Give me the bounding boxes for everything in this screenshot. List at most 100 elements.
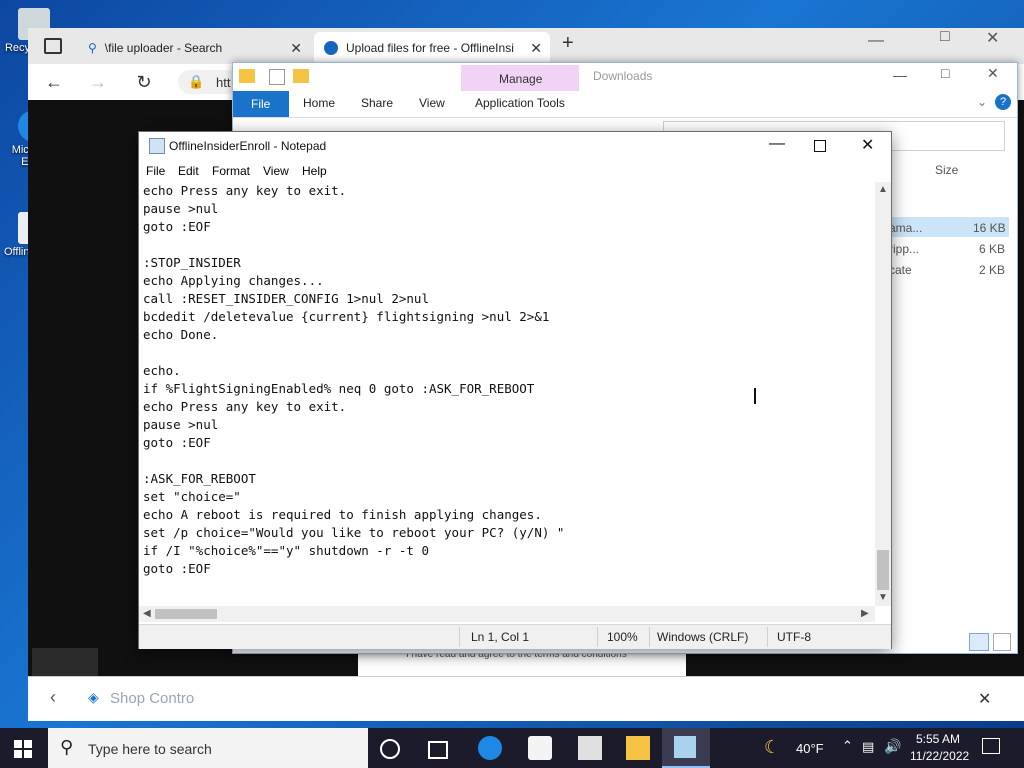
chevron-up-icon[interactable]: ⌃ xyxy=(842,738,853,754)
scrollbar-thumb[interactable] xyxy=(155,609,217,619)
text-line: echo. xyxy=(143,363,181,378)
text-line: echo Press any key to exit. xyxy=(143,183,347,198)
vertical-scrollbar[interactable]: ▲ ▼ xyxy=(875,182,891,606)
help-icon[interactable]: ? xyxy=(995,94,1011,110)
volume-icon[interactable]: 🔊 xyxy=(884,738,901,755)
notifications-icon[interactable] xyxy=(982,738,1000,754)
text-line: if %FlightSigningEnabled% neq 0 goto :AS… xyxy=(143,381,535,396)
shop-bar: ‹ ◈ Shop Contro ✕ xyxy=(28,676,1024,721)
search-placeholder: Type here to search xyxy=(88,741,212,757)
taskbar: ⚲ Type here to search ☾ 40°F ⌃ ▤ 🔊 5:55 … xyxy=(0,728,1024,768)
maximize-icon[interactable]: □ xyxy=(940,28,950,46)
minimize-icon[interactable]: — xyxy=(769,135,785,153)
scroll-left-icon[interactable]: ◀ xyxy=(143,608,151,619)
chevron-left-icon[interactable]: ‹ xyxy=(50,687,56,708)
page-widget xyxy=(32,648,98,676)
text-line: pause >nul xyxy=(143,201,219,216)
file-size: 2 KB xyxy=(979,263,1006,277)
close-tab-icon[interactable]: ✕ xyxy=(530,40,542,57)
context-tab-manage[interactable]: Manage xyxy=(461,65,579,93)
scroll-down-icon[interactable]: ▼ xyxy=(878,592,888,603)
minimize-icon[interactable]: — xyxy=(868,32,884,50)
menu-format[interactable]: Format xyxy=(212,164,250,178)
tab-strip: ⚲ \file uploader - Search ✕ Upload files… xyxy=(28,28,1024,64)
file-name[interactable]: cate xyxy=(889,263,912,277)
weather-icon[interactable]: ☾ xyxy=(764,737,780,758)
scroll-right-icon[interactable]: ▶ xyxy=(861,608,869,619)
tab-label: Upload files for free - OfflineInsi xyxy=(346,41,514,55)
ribbon-tab-view[interactable]: View xyxy=(419,96,445,110)
scrollbar-thumb[interactable] xyxy=(877,550,889,590)
large-icons-view-icon[interactable] xyxy=(993,633,1011,651)
ribbon-tab-home[interactable]: Home xyxy=(303,96,335,110)
store-icon[interactable] xyxy=(528,736,552,760)
text-line: goto :EOF xyxy=(143,219,211,234)
back-icon[interactable]: ← xyxy=(42,70,66,94)
minimize-icon[interactable]: — xyxy=(893,67,907,83)
address-bar[interactable]: 🔒 htt xyxy=(178,70,238,94)
text-line: set /p choice="Would you like to reboot … xyxy=(143,525,565,540)
close-icon[interactable]: ✕ xyxy=(861,135,874,155)
ribbon-tab-application-tools[interactable]: Application Tools xyxy=(475,96,565,110)
close-icon[interactable]: ✕ xyxy=(987,65,999,82)
mail-icon[interactable] xyxy=(578,736,602,760)
search-icon: ⚲ xyxy=(60,737,74,757)
notepad-window: OfflineInsiderEnroll - Notepad — ✕ File … xyxy=(138,131,892,649)
forward-icon[interactable]: → xyxy=(86,70,110,94)
chevron-down-icon[interactable]: ⌄ xyxy=(977,95,987,109)
clock-date[interactable]: 11/22/2022 xyxy=(910,749,969,763)
text-line: pause >nul xyxy=(143,417,219,432)
context-tab-label: Manage xyxy=(499,72,543,86)
ribbon-tab-share[interactable]: Share xyxy=(361,96,393,110)
text-line xyxy=(143,236,873,254)
refresh-icon[interactable]: ↻ xyxy=(132,70,156,94)
text-line: echo Done. xyxy=(143,327,219,342)
file-explorer-icon[interactable] xyxy=(626,736,650,760)
maximize-icon[interactable]: □ xyxy=(941,65,949,81)
details-view-icon[interactable] xyxy=(969,633,989,651)
cortana-icon[interactable] xyxy=(380,739,400,759)
column-header-size[interactable]: Size xyxy=(935,163,958,177)
new-tab-icon[interactable]: + xyxy=(562,32,574,55)
tab-actions-icon[interactable] xyxy=(44,38,62,54)
text-line: :ASK_FOR_REBOOT xyxy=(143,471,256,486)
clock-time[interactable]: 5:55 AM xyxy=(916,732,960,746)
menu-view[interactable]: View xyxy=(263,164,289,178)
menu-edit[interactable]: Edit xyxy=(178,164,199,178)
folder-icon xyxy=(239,69,255,83)
text-line xyxy=(143,344,873,362)
edge-icon[interactable] xyxy=(478,736,502,760)
tab-search[interactable]: ⚲ \file uploader - Search ✕ xyxy=(78,32,310,64)
status-position: Ln 1, Col 1 xyxy=(471,630,530,644)
properties-icon[interactable] xyxy=(269,69,285,85)
tab-label: \file uploader - Search xyxy=(104,41,223,55)
menu-help[interactable]: Help xyxy=(302,164,327,178)
start-icon[interactable] xyxy=(14,740,32,758)
notepad-titlebar: OfflineInsiderEnroll - Notepad — ✕ xyxy=(139,132,891,160)
shop-bar-label[interactable]: Shop Contro xyxy=(110,690,194,707)
notepad-title: OfflineInsiderEnroll - Notepad xyxy=(169,139,327,153)
text-line: call :RESET_INSIDER_CONFIG 1>nul 2>nul xyxy=(143,291,429,306)
close-shop-bar-icon[interactable]: ✕ xyxy=(978,689,991,709)
menu-file[interactable]: File xyxy=(146,164,165,178)
file-name[interactable]: ripp... xyxy=(889,242,919,256)
maximize-icon[interactable] xyxy=(814,140,826,152)
taskbar-search[interactable]: ⚲ Type here to search xyxy=(48,728,368,768)
weather-text[interactable]: 40°F xyxy=(796,741,824,756)
lock-icon: 🔒 xyxy=(188,74,205,89)
file-size: 16 KB xyxy=(973,221,1006,235)
notepad-taskbar-button[interactable] xyxy=(662,728,710,768)
text-line: goto :EOF xyxy=(143,435,211,450)
task-view-icon[interactable] xyxy=(428,741,448,759)
text-line: bcdedit /deletevalue {current} flightsig… xyxy=(143,309,550,324)
tab-upload[interactable]: Upload files for free - OfflineInsi ✕ xyxy=(314,32,550,64)
new-folder-icon[interactable] xyxy=(293,69,309,83)
notepad-text-area[interactable]: echo Press any key to exit. pause >nul got… xyxy=(143,182,873,614)
horizontal-scrollbar[interactable]: ◀ ▶ xyxy=(139,606,875,622)
close-tab-icon[interactable]: ✕ xyxy=(290,40,302,57)
close-icon[interactable]: ✕ xyxy=(986,28,999,48)
ribbon-tab-file[interactable]: File xyxy=(233,91,289,117)
network-icon[interactable]: ▤ xyxy=(862,739,874,755)
notepad-statusbar: Ln 1, Col 1 100% Windows (CRLF) UTF-8 xyxy=(139,624,891,649)
scroll-up-icon[interactable]: ▲ xyxy=(878,184,888,195)
